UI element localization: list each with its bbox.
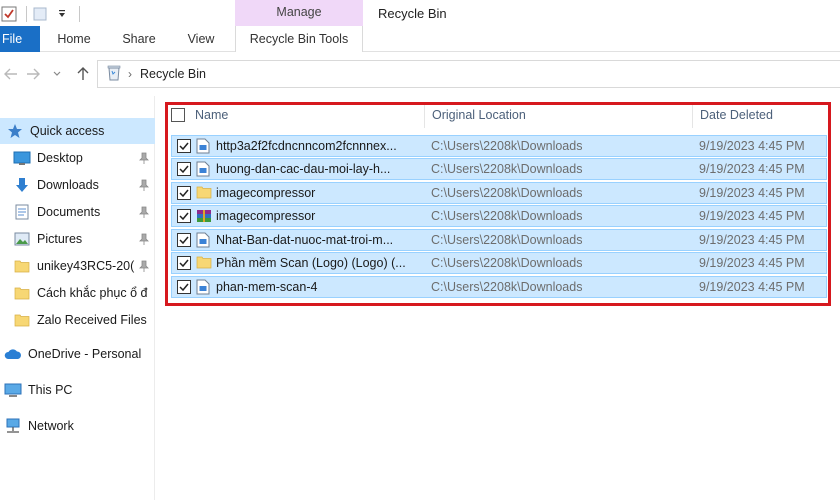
sidebar-item-quick-access[interactable]: Quick access: [0, 118, 155, 144]
sidebar-item-desktop[interactable]: Desktop: [0, 145, 155, 171]
manage-context-tab[interactable]: Manage: [235, 0, 363, 26]
pictures-icon: [13, 231, 31, 247]
breadcrumb-separator-icon[interactable]: ›: [128, 67, 132, 81]
navigation-pane: Quick access Desktop Downloads Documents…: [0, 96, 155, 500]
sidebar-item-pictures[interactable]: Pictures: [0, 226, 155, 252]
address-bar-row: › Recycle Bin: [0, 52, 840, 96]
document-icon: [13, 204, 31, 220]
recent-locations-chevron-icon[interactable]: [50, 64, 64, 84]
sidebar-item-documents[interactable]: Documents: [0, 199, 155, 225]
pin-icon[interactable]: [139, 206, 149, 218]
toolbar-divider: [79, 6, 80, 22]
sidebar-item-label: Documents: [37, 205, 101, 219]
folder-icon: [13, 258, 31, 274]
breadcrumb-recycle-bin[interactable]: Recycle Bin: [140, 67, 206, 81]
quick-access-toolbar: [0, 3, 84, 25]
pin-icon[interactable]: [139, 179, 149, 191]
desktop-icon: [13, 150, 31, 166]
cloud-icon: [4, 346, 22, 362]
up-arrow-icon[interactable]: [74, 64, 92, 84]
sidebar-item-label: Network: [28, 419, 74, 433]
address-field[interactable]: › Recycle Bin: [97, 60, 840, 88]
sidebar-item-onedrive[interactable]: OneDrive - Personal: [0, 341, 155, 367]
customize-toolbar-dropdown-icon[interactable]: [53, 5, 71, 23]
sidebar-item-label: Desktop: [37, 151, 83, 165]
window-title: Recycle Bin: [378, 6, 447, 21]
folder-icon: [13, 312, 31, 328]
sidebar-item-downloads[interactable]: Downloads: [0, 172, 155, 198]
sidebar-item-label: Downloads: [37, 178, 99, 192]
tab-recycle-bin-tools[interactable]: Recycle Bin Tools: [235, 26, 363, 52]
sidebar-item-zalo-received-files[interactable]: Zalo Received Files: [0, 307, 155, 333]
tab-file[interactable]: File: [0, 26, 40, 52]
file-list-view: Name Original Location Date Deleted http…: [156, 96, 840, 500]
sidebar-item-cach-khac-phuc[interactable]: Cách khắc phục ổ đ: [0, 280, 155, 306]
download-arrow-icon: [13, 177, 31, 193]
sidebar-item-unikey[interactable]: unikey43RC5-20(: [0, 253, 155, 279]
toolbar-divider: [26, 6, 27, 22]
folder-icon: [13, 285, 31, 301]
title-bar: Manage Recycle Bin: [0, 0, 840, 27]
sidebar-item-label: Cách khắc phục ổ đ: [37, 286, 148, 300]
computer-icon: [4, 382, 22, 398]
pin-icon[interactable]: [139, 233, 149, 245]
recycle-bin-icon: [106, 64, 122, 84]
sidebar-item-label: Pictures: [37, 232, 83, 246]
sidebar-item-label: Quick access: [30, 124, 105, 138]
tab-home[interactable]: Home: [46, 26, 102, 52]
new-folder-icon[interactable]: [31, 5, 49, 23]
network-icon: [4, 418, 22, 434]
sidebar-item-label: Zalo Received Files: [37, 313, 147, 327]
tab-share[interactable]: Share: [112, 26, 166, 52]
sidebar-item-label: OneDrive - Personal: [28, 347, 142, 361]
back-arrow-icon[interactable]: [2, 64, 20, 84]
forward-arrow-icon[interactable]: [24, 64, 42, 84]
sidebar-item-network[interactable]: Network: [0, 413, 155, 439]
pin-icon[interactable]: [139, 152, 149, 164]
star-icon: [6, 123, 24, 139]
properties-icon[interactable]: [0, 5, 18, 23]
sidebar-item-label: unikey43RC5-20(: [37, 259, 135, 273]
ribbon-tab-bar: File Home Share View Recycle Bin Tools: [0, 26, 840, 52]
sidebar-item-this-pc[interactable]: This PC: [0, 377, 155, 403]
highlight-annotation-box: [165, 102, 831, 306]
sidebar-item-label: This PC: [28, 383, 73, 397]
tab-view[interactable]: View: [176, 26, 226, 52]
pin-icon[interactable]: [139, 260, 149, 272]
